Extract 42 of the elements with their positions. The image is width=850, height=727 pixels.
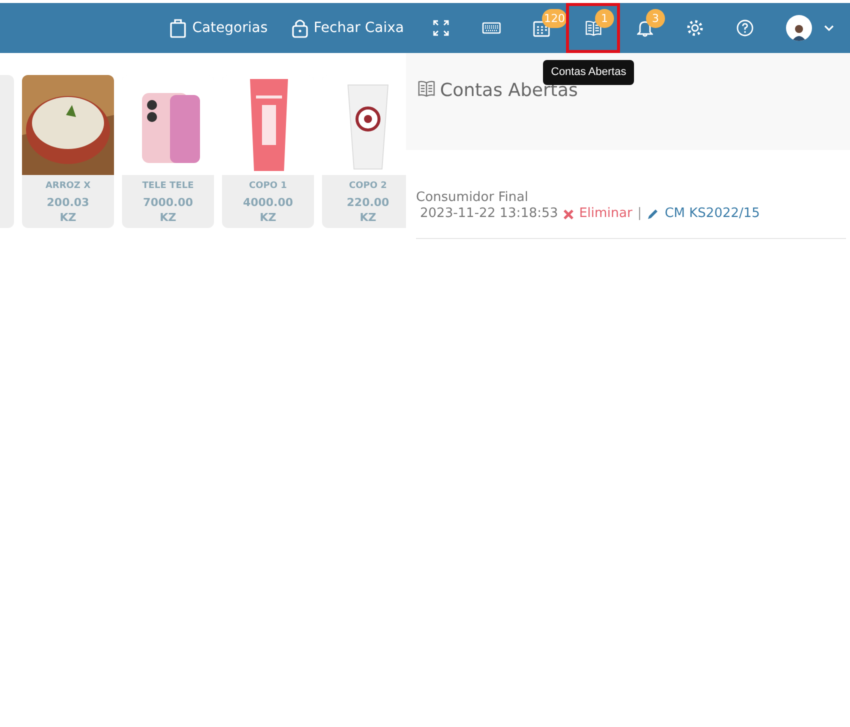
count-badge: 1: [595, 9, 614, 28]
toolbar-button[interactable]: 120: [516, 6, 566, 50]
currency-label: KZ: [160, 210, 176, 225]
tooltip: Contas Abertas: [543, 60, 634, 84]
expand-icon: [433, 20, 449, 36]
close-icon: [563, 208, 574, 220]
customer-name: Consumidor Final: [416, 190, 530, 206]
product-price: 7000.00: [142, 195, 194, 210]
book-icon: [584, 19, 602, 37]
count-badge: 3: [646, 9, 665, 28]
pencil-icon: [646, 208, 659, 220]
toolbar-button[interactable]: 3: [620, 6, 670, 50]
product-name: COPO 2: [349, 180, 387, 193]
currency-label: KZ: [260, 210, 276, 225]
product-card[interactable]: TELE TELE 7000.00 KZ: [122, 75, 214, 228]
book-icon: [417, 79, 436, 98]
shopping-bag-icon: [170, 18, 186, 38]
product-name: TELE TELE: [142, 180, 194, 193]
count-badge: 120: [542, 9, 567, 28]
currency-label: KZ: [360, 210, 376, 225]
currency-label: KZ: [60, 210, 76, 225]
chevron-down-icon[interactable]: [824, 25, 834, 31]
bell-icon: [637, 19, 653, 37]
keyboard-icon: [482, 22, 500, 34]
account-date: 2023-11-22 13:18:53: [420, 206, 558, 222]
user-avatar[interactable]: [786, 15, 812, 41]
product-price: 4000.00: [242, 195, 294, 210]
account-link[interactable]: CM KS2022/15: [646, 206, 760, 222]
product-name: ARROZ X: [45, 180, 91, 193]
nav-link[interactable]: Categorias: [170, 18, 268, 38]
help-icon: [736, 19, 754, 37]
lock-icon: [292, 18, 308, 38]
settings-icon: [686, 19, 704, 37]
product-card[interactable]: COPO 1 4000.00 KZ: [222, 75, 314, 228]
product-card[interactable]: ARROZ X 200.03 KZ: [22, 75, 114, 228]
product-price: 220.00: [346, 195, 390, 210]
separator: |: [637, 206, 642, 222]
nav-link[interactable]: Fechar Caixa: [292, 18, 404, 38]
product-card[interactable]: COPO 2 220.00 KZ: [322, 75, 406, 228]
product-price: 200.03: [46, 195, 90, 210]
product-name: COPO 1: [249, 180, 287, 193]
delete-link[interactable]: Eliminar: [563, 206, 632, 222]
